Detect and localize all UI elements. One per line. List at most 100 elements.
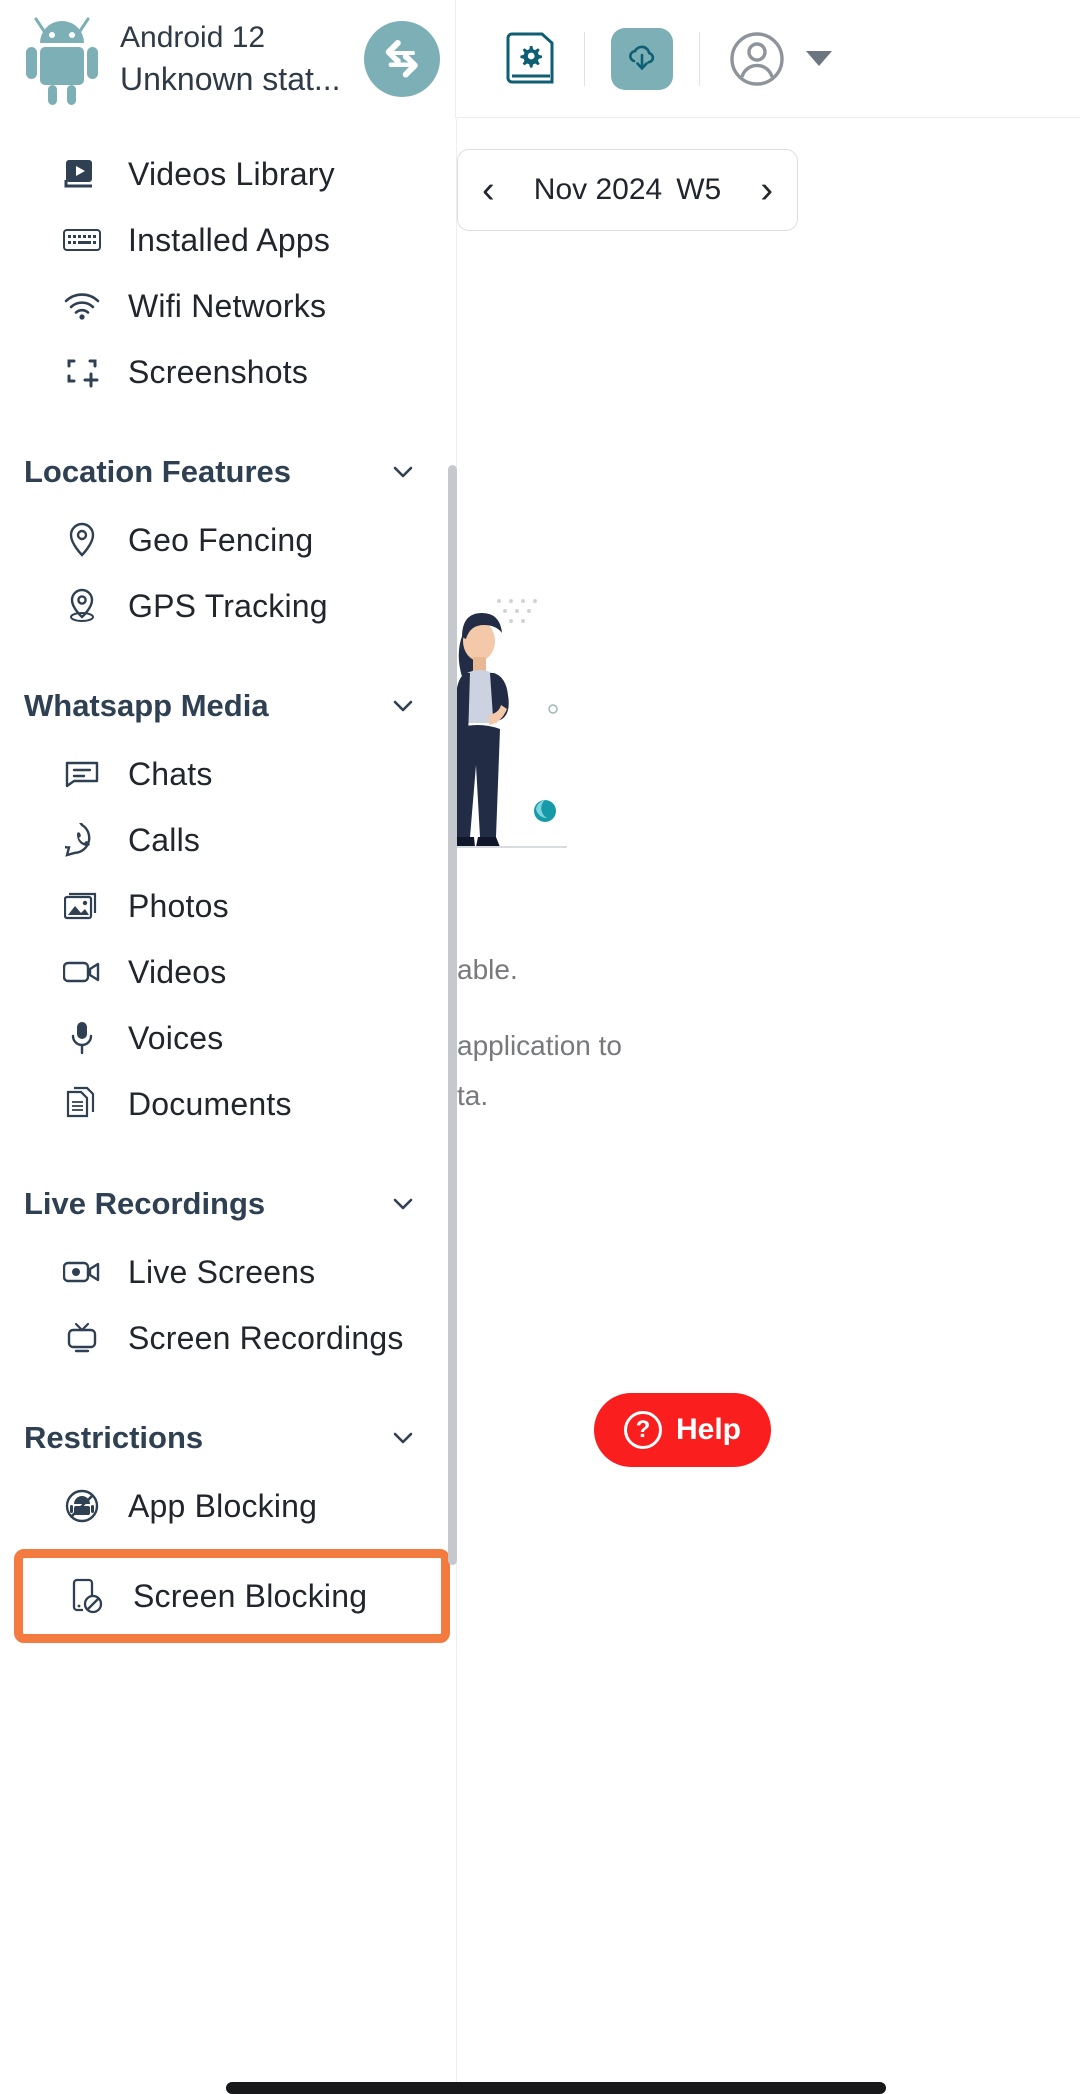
guide-book-button[interactable] xyxy=(502,28,558,90)
sidebar-item-wifi-networks[interactable]: Wifi Networks xyxy=(0,273,456,339)
sidebar-item-label: Wifi Networks xyxy=(128,287,327,324)
sidebar-item-videos[interactable]: Videos xyxy=(0,939,456,1005)
chevron-down-icon[interactable] xyxy=(390,1425,416,1451)
sidebar-item-app-blocking[interactable]: App Blocking xyxy=(0,1473,456,1539)
sidebar-item-photos[interactable]: Photos xyxy=(0,873,456,939)
sidebar-item-label: App Blocking xyxy=(128,1487,318,1524)
documents-icon xyxy=(62,1084,102,1124)
whatsapp-phone-icon xyxy=(62,820,102,860)
sidebar-item-voices[interactable]: Voices xyxy=(0,1005,456,1071)
month-year-label: Nov 2024 xyxy=(533,173,663,206)
chevron-down-icon[interactable] xyxy=(390,1191,416,1217)
system-home-indicator xyxy=(226,2082,886,2094)
empty-state-text: able. application to ta. xyxy=(457,945,1057,1121)
sidebar-item-label: Geo Fencing xyxy=(128,521,314,558)
sidebar-item-documents[interactable]: Documents xyxy=(0,1071,456,1137)
chevron-down-icon[interactable] xyxy=(390,459,416,485)
sidebar-item-videos-library[interactable]: Videos Library xyxy=(0,141,456,207)
sidebar-item-label: Installed Apps xyxy=(128,221,331,258)
week-label: W5 xyxy=(676,173,722,206)
sidebar-item-label: Screen Recordings xyxy=(128,1319,404,1356)
gps-pin-icon xyxy=(62,586,102,626)
date-range-label: Nov 2024 W5 xyxy=(534,173,721,207)
sidebar-item-screenshots[interactable]: Screenshots xyxy=(0,339,456,405)
device-text: Android 12 Unknown stat... xyxy=(120,18,360,100)
app-blocked-icon xyxy=(62,1486,102,1526)
sidebar-item-live-screens[interactable]: Live Screens xyxy=(0,1239,456,1305)
empty-text-line-3: ta. xyxy=(457,1080,489,1111)
video-library-icon xyxy=(62,154,102,194)
microphone-icon xyxy=(62,1018,102,1058)
sidebar-item-label: Documents xyxy=(128,1085,292,1122)
device-status-label: Unknown stat... xyxy=(120,60,341,97)
android-robot-icon xyxy=(22,13,110,105)
sidebar-item-screen-blocking[interactable]: Screen Blocking xyxy=(23,1563,441,1629)
device-os-label: Android 12 xyxy=(120,20,266,54)
sidebar-item-label: Videos Library xyxy=(128,155,335,192)
video-camera-icon xyxy=(62,952,102,992)
keyboard-icon xyxy=(62,220,102,260)
date-navigator: ‹ Nov 2024 W5 › xyxy=(457,149,798,231)
chevron-down-icon[interactable] xyxy=(806,51,832,66)
sidebar-item-label: Screen Blocking xyxy=(133,1577,368,1614)
sidebar-item-label: Live Screens xyxy=(128,1253,316,1290)
sidebar-item-label: Voices xyxy=(128,1019,224,1056)
sidebar-item-gps-tracking[interactable]: GPS Tracking xyxy=(0,573,456,639)
sidebar-item-label: Photos xyxy=(128,887,229,924)
sidebar-section-title: Whatsapp Media xyxy=(24,688,269,723)
highlight-annotation-box: Screen Blocking xyxy=(14,1549,450,1643)
photos-icon xyxy=(62,886,102,926)
chevron-right-icon[interactable]: › xyxy=(760,171,773,209)
screenshot-frame-icon xyxy=(62,352,102,392)
sidebar-item-label: Screenshots xyxy=(128,353,309,390)
empty-text-line-1: able. xyxy=(457,954,518,985)
sidebar-item-geo-fencing[interactable]: Geo Fencing xyxy=(0,507,456,573)
header-divider-1 xyxy=(584,31,585,86)
sidebar-scrollbar[interactable] xyxy=(448,465,457,1565)
sidebar-item-label: Videos xyxy=(128,953,227,990)
question-circle-icon: ? xyxy=(624,1411,662,1449)
sidebar-item-installed-apps[interactable]: Installed Apps xyxy=(0,207,456,273)
sync-swap-icon[interactable] xyxy=(364,20,440,97)
header-divider-2 xyxy=(699,31,700,86)
app-root: Android 12 Unknown stat... ‹ Nov 2024 W5… xyxy=(0,0,1080,2094)
sidebar-item-calls[interactable]: Calls xyxy=(0,807,456,873)
sidebar-nav[interactable]: Videos Library Installed Apps Wifi Netwo… xyxy=(0,119,457,2094)
help-button[interactable]: ? Help xyxy=(594,1393,772,1467)
live-camera-icon xyxy=(62,1252,102,1292)
tv-monitor-icon xyxy=(62,1318,102,1358)
account-circle-icon[interactable] xyxy=(726,28,788,90)
empty-text-line-2: application to xyxy=(457,1030,623,1061)
map-pin-icon xyxy=(62,520,102,560)
wifi-icon xyxy=(62,286,102,326)
chat-box-icon xyxy=(62,754,102,794)
sidebar-section-title: Live Recordings xyxy=(24,1186,266,1221)
header-actions xyxy=(456,0,1080,118)
sidebar-section-location-features[interactable]: Location Features xyxy=(0,437,456,507)
main-content: ‹ Nov 2024 W5 › able. application to ta.… xyxy=(457,119,1080,2094)
chevron-left-icon[interactable]: ‹ xyxy=(482,171,495,209)
empty-state: able. application to ta. xyxy=(457,589,1080,1121)
sidebar-item-label: GPS Tracking xyxy=(128,587,328,624)
sidebar-item-chats[interactable]: Chats xyxy=(0,741,456,807)
app-header: Android 12 Unknown stat... xyxy=(0,0,1080,118)
screen-blocked-icon xyxy=(67,1576,107,1616)
device-summary[interactable]: Android 12 Unknown stat... xyxy=(0,0,456,118)
sidebar-item-label: Calls xyxy=(128,821,201,858)
cloud-download-icon[interactable] xyxy=(611,27,673,90)
sidebar-section-title: Restrictions xyxy=(24,1420,204,1455)
sidebar-section-live-recordings[interactable]: Live Recordings xyxy=(0,1169,456,1239)
standing-woman-illustration xyxy=(457,589,717,919)
guide-book-gear-icon[interactable] xyxy=(502,28,558,90)
sidebar-item-screen-recordings[interactable]: Screen Recordings xyxy=(0,1305,456,1371)
sidebar-section-whatsapp-media[interactable]: Whatsapp Media xyxy=(0,671,456,741)
sidebar-section-title: Location Features xyxy=(24,454,291,489)
sidebar-item-label: Chats xyxy=(128,755,213,792)
chevron-down-icon[interactable] xyxy=(390,693,416,719)
sidebar-section-restrictions[interactable]: Restrictions xyxy=(0,1403,456,1473)
help-button-label: Help xyxy=(676,1413,742,1446)
